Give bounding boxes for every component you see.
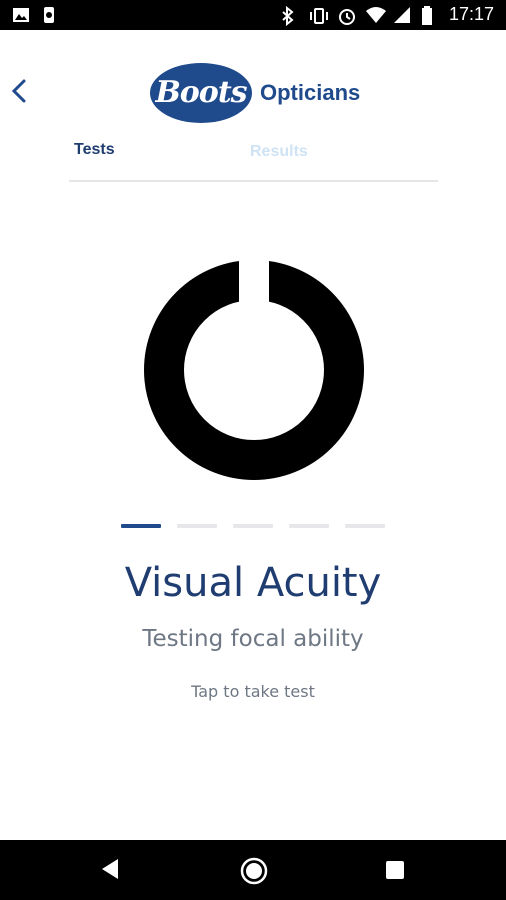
back-button[interactable] (8, 75, 32, 107)
tab-results[interactable]: Results (250, 143, 308, 161)
page-indicator-dot[interactable] (289, 524, 329, 528)
bluetooth-icon (281, 5, 299, 26)
nav-recents-button[interactable] (386, 861, 404, 884)
wifi-icon (365, 6, 386, 24)
back-triangle-icon (102, 859, 118, 879)
tab-tests[interactable]: Tests (74, 141, 115, 159)
image-icon (12, 6, 30, 24)
status-time: 17:17 (448, 4, 494, 24)
status-bar-left (12, 6, 58, 24)
logo-text: Boots (155, 75, 247, 110)
page-indicator-dot[interactable] (177, 524, 217, 528)
recents-square-icon (386, 861, 404, 879)
tabs-divider (69, 180, 438, 182)
nav-back-button[interactable] (100, 858, 120, 885)
logo-subtitle: Opticians (260, 80, 361, 105)
page-indicator-dot[interactable] (121, 524, 161, 528)
test-subtitle: Testing focal ability (142, 626, 364, 652)
page-indicator-dot[interactable] (233, 524, 273, 528)
nav-home-button[interactable] (240, 857, 268, 890)
battery-icon (421, 5, 439, 25)
signal-icon (393, 6, 411, 24)
status-bar-right: 17:17 (281, 4, 494, 26)
logo-oval: Boots (150, 63, 252, 123)
landolt-ring-icon (144, 258, 364, 480)
page-indicator (121, 524, 385, 528)
take-test-link[interactable]: Tap to take test (0, 682, 506, 701)
status-bar: 17:17 (0, 0, 506, 30)
watch-icon (40, 6, 58, 24)
landolt-c-graphic[interactable] (144, 258, 364, 482)
test-title: Visual Acuity (124, 560, 382, 606)
alarm-icon (337, 6, 355, 25)
system-nav-bar (0, 840, 506, 900)
page-indicator-dot[interactable] (345, 524, 385, 528)
chevron-left-icon (11, 79, 26, 103)
home-circle-icon (240, 857, 268, 885)
brand-logo: Boots Opticians (150, 63, 360, 123)
vibrate-icon (309, 6, 328, 24)
app-header: Boots Opticians Tests Results (0, 30, 506, 190)
